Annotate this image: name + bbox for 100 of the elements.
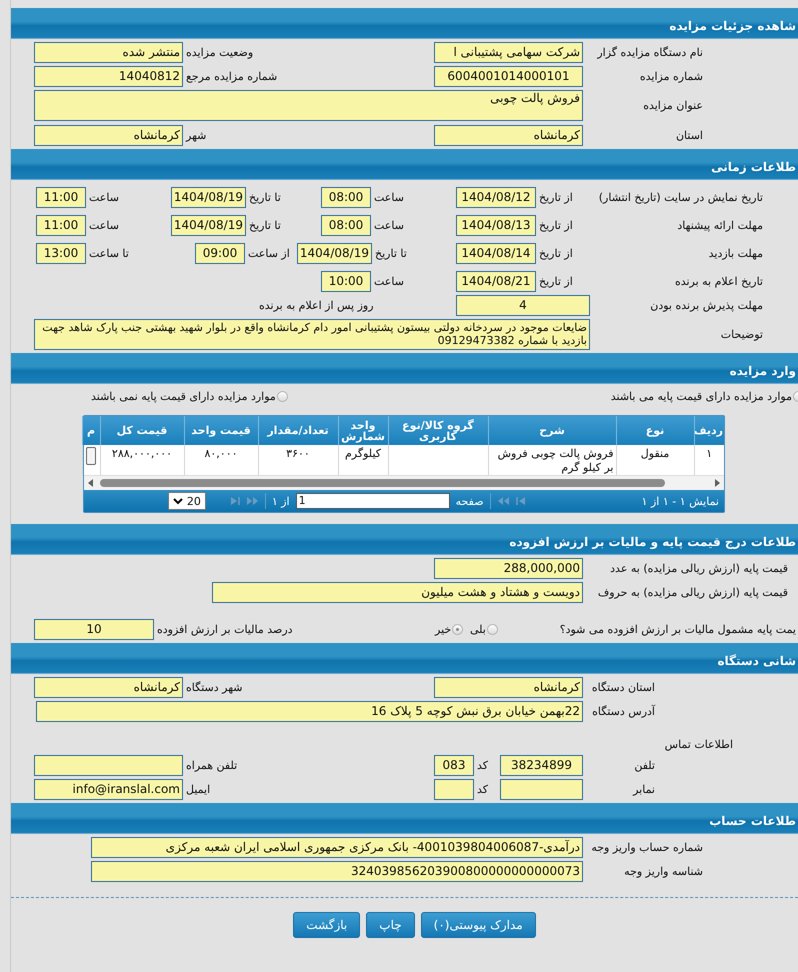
column-header: قیمت کل	[100, 416, 184, 445]
page-input[interactable]: 1	[296, 493, 450, 509]
page-label: صفحه	[456, 494, 484, 508]
text-field[interactable]: 6004001014000101	[434, 66, 583, 87]
text-field[interactable]: 1404/08/21	[456, 271, 536, 292]
radio-option[interactable]: بلی	[470, 623, 498, 636]
column-header: گروه کالا/نوع کاربری	[388, 416, 488, 445]
field-label: عنوان مزایده	[642, 99, 704, 112]
field-label: ساعت	[373, 191, 405, 204]
text-field[interactable]: شرکت سهامی پشتیبانی ا	[434, 42, 583, 63]
field-label: درصد مالیات بر ارزش افزوده	[156, 623, 294, 636]
action-button[interactable]: چاپ	[366, 912, 415, 938]
field-label: توضیحات	[720, 328, 764, 341]
column-header: شرح	[488, 416, 616, 445]
page-size-select[interactable]: 20	[168, 492, 206, 510]
column-header: واحد شمارش	[338, 416, 388, 445]
field-label: شهر	[184, 129, 208, 142]
text-field[interactable]: 08:00	[321, 215, 371, 236]
text-field[interactable]: کرمانشاه	[434, 677, 583, 698]
text-field[interactable]	[34, 755, 183, 776]
text-area[interactable]: فروش پالت چوبی	[34, 90, 583, 121]
text-field[interactable]: 1404/08/13	[456, 215, 536, 236]
field-label: از تاریخ	[538, 247, 574, 260]
field-label: استان دستگاه	[590, 681, 656, 694]
page-count: از ۱	[272, 494, 290, 508]
field-label: تاریخ نمایش در سایت (تاریخ انتشار)	[598, 191, 764, 204]
field-label: از تاریخ	[538, 191, 574, 204]
field-label: تلفن همراه	[185, 759, 238, 772]
field-label: تا تاریخ	[248, 191, 282, 204]
text-field[interactable]: درآمدی-4001039804006087- بانک مرکزی جمهوری اسلامی ایران شعبه مرکزی	[91, 837, 583, 858]
text-field[interactable]: 11:00	[36, 215, 86, 236]
column-header: قیمت واحد	[184, 416, 258, 445]
text-field[interactable]: کرمانشاه	[434, 125, 583, 146]
action-button[interactable]: بازگشت	[293, 912, 360, 938]
text-field[interactable]: 1404/08/19	[297, 243, 372, 264]
text-field[interactable]: 10:00	[321, 271, 371, 292]
text-area[interactable]: ضایعات موجود در سردخانه دولتی بیستون پشتیبانی امور دام کرمانشاه واقع در بلوار شهید بهشتی جنب پارک شاهد جهت بازدید با شماره 09129473382	[34, 319, 590, 350]
field-label: مهلت ارائه پیشنهاد	[676, 219, 764, 232]
text-field[interactable]: 10	[34, 619, 154, 640]
section-title: شاهده جزئیات مزایده	[669, 19, 797, 33]
text-field[interactable]: info@iranslal.com	[34, 779, 183, 800]
action-button[interactable]: مدارک پیوستی(۰)	[420, 912, 536, 938]
text-field[interactable]: 13:00	[36, 243, 86, 264]
field-label: ساعت	[88, 191, 120, 204]
radio-option[interactable]: موارد مزایده دارای قیمت پایه نمی باشند	[91, 390, 288, 403]
caret-icon[interactable]	[172, 497, 183, 505]
radio-option[interactable]: موارد مزایده دارای قیمت پایه می باشند	[610, 390, 798, 403]
text-field[interactable]: منتشر شده	[34, 42, 183, 63]
field-label: ساعت	[373, 275, 405, 288]
section-title: طلاعات زمانی	[711, 160, 797, 174]
horizontal-scrollbar[interactable]	[84, 475, 724, 490]
text-field[interactable]: 4	[456, 295, 590, 316]
section-title: طلاعات درج قیمت پایه و مالیات بر ارزش افزوده	[509, 535, 797, 549]
field-label: قیمت پایه (ارزش ریالی مزایده) به عدد	[609, 562, 789, 575]
text-field[interactable]: 11:00	[36, 187, 86, 208]
field-label: شهر دستگاه	[185, 681, 244, 694]
text-field[interactable]: 1404/08/12	[456, 187, 536, 208]
field-label: تا ساعت	[88, 247, 130, 260]
text-field[interactable]: دویست و هشتاد و هشت میلیون	[212, 582, 583, 603]
text-field[interactable]	[434, 779, 474, 800]
text-field[interactable]: 288,000,000	[434, 558, 583, 579]
field-label: از ساعت	[247, 247, 291, 260]
column-header: م	[82, 416, 100, 445]
field-label: تلفن	[633, 759, 656, 772]
text-field[interactable]: 09:00	[195, 243, 245, 264]
text-field[interactable]: 1404/08/19	[171, 215, 246, 236]
radio-option[interactable]: خیر	[435, 623, 464, 636]
left-arrow-icon[interactable]	[87, 479, 94, 487]
field-label: از تاریخ	[538, 219, 574, 232]
text-field[interactable]: 38234899	[500, 755, 583, 776]
field-label: شماره مزایده مرجع	[185, 70, 278, 83]
section-title: طلاعات حساب	[709, 814, 797, 828]
small-button[interactable]	[86, 447, 96, 465]
field-label: مهلت پذیرش برنده بودن	[649, 299, 764, 312]
field-label: تا تاریخ	[374, 247, 408, 260]
column-header: نوع	[616, 416, 694, 445]
text-field[interactable]: 14040812	[34, 66, 183, 87]
field-label: آدرس دستگاه	[591, 705, 656, 718]
field-label: یمت پایه مشمول مالیات بر ارزش افزوده می شود؟	[558, 623, 797, 636]
field-label: کد	[476, 783, 490, 796]
text-field[interactable]	[500, 779, 583, 800]
text-field[interactable]: کرمانشاه	[34, 677, 183, 698]
text-field[interactable]: 08:00	[321, 187, 371, 208]
text-field[interactable]: 22بهمن خیابان برق نبش کوچه 5 پلاک 16	[36, 701, 583, 722]
section-title: وارد مزایده	[730, 364, 797, 378]
text-field[interactable]: 1404/08/19	[171, 187, 246, 208]
right-arrow-icon[interactable]	[714, 479, 721, 487]
field-label: شناسه واریز وجه	[623, 865, 704, 878]
text-field[interactable]: 324039856203900800000000000073	[91, 861, 583, 882]
field-label: روز پس از اعلام به برنده	[258, 299, 375, 312]
field-label: از تاریخ	[538, 275, 574, 288]
text-field[interactable]: کرمانشاه	[34, 125, 183, 146]
field-label: کد	[476, 759, 490, 772]
column-header: تعداد/مقدار	[258, 416, 338, 445]
text-field[interactable]: 083	[434, 755, 474, 776]
section-title: شانی دستگاه	[717, 654, 797, 668]
field-label: تاریخ اعلام به برنده	[674, 275, 764, 288]
text-field[interactable]: 1404/08/14	[456, 243, 536, 264]
pager-summary: نمایش ۱ - ۱ از ۱	[642, 494, 719, 508]
field-label: ایمیل	[185, 783, 212, 796]
